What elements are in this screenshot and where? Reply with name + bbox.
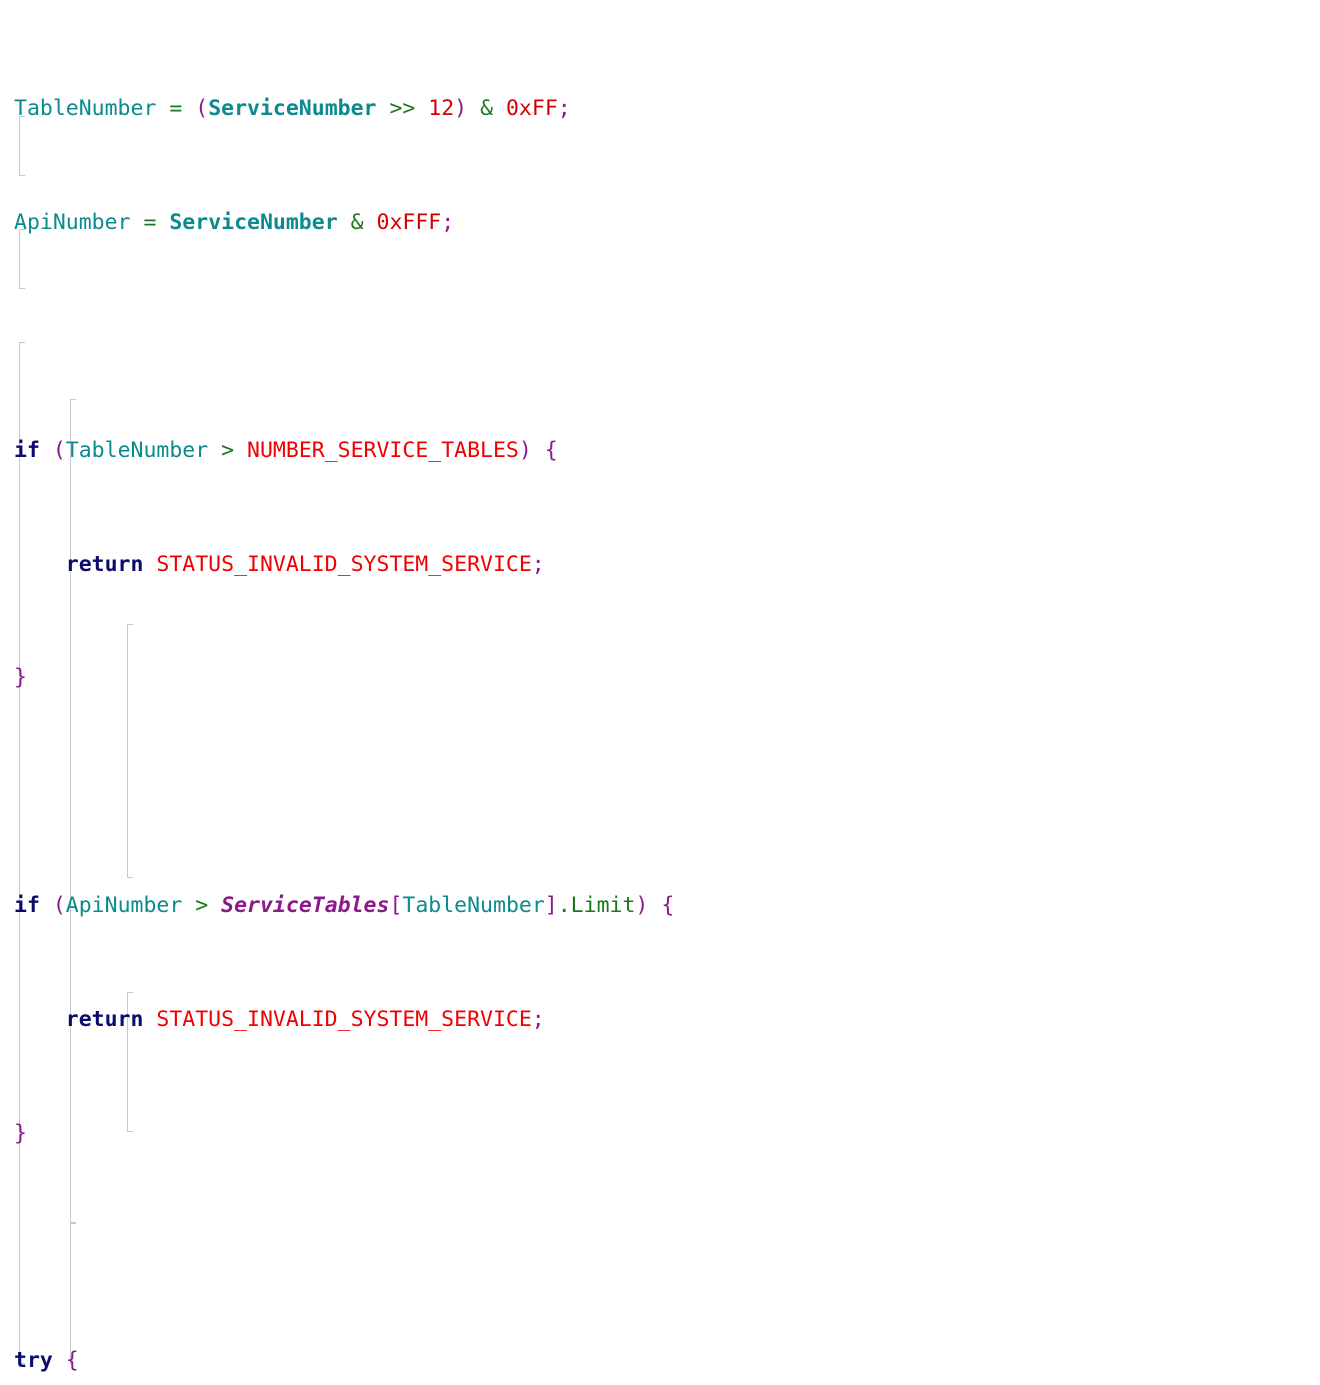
code-editor-canvas[interactable]: TableNumber = (ServiceNumber >> 12) & 0x… (0, 0, 1320, 1385)
code-line-5: return STATUS_INVALID_SYSTEM_SERVICE; (65, 551, 545, 577)
code-line-10: } (14, 1120, 27, 1146)
code-line-4: if (TableNumber > NUMBER_SERVICE_TABLES)… (14, 437, 558, 463)
source-code-block[interactable]: TableNumber = (ServiceNumber >> 12) & 0x… (14, 10, 1192, 1385)
code-line-6: } (14, 665, 27, 691)
code-line-9: return STATUS_INVALID_SYSTEM_SERVICE; (65, 1006, 545, 1032)
code-line-12: try { (14, 1348, 79, 1374)
code-line-1: TableNumber = (ServiceNumber >> 12) & 0x… (14, 96, 571, 122)
code-line-8: if (ApiNumber > ServiceTables[TableNumbe… (14, 892, 675, 918)
code-line-2: ApiNumber = ServiceNumber & 0xFFF; (14, 210, 455, 236)
